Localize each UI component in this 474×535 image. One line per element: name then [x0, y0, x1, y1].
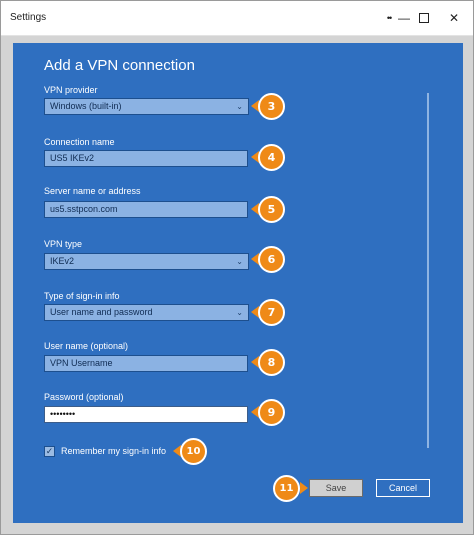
vpn-provider-select[interactable]: Windows (built-in) ⌄ [44, 98, 249, 115]
settings-window: Settings •• — ✕ Add a VPN connection VPN… [0, 0, 474, 535]
callout-badge-5: 5 [258, 196, 285, 223]
remember-checkbox[interactable]: ✓ [44, 446, 55, 457]
server-label: Server name or address [44, 186, 141, 196]
callout-badge-8: 8 [258, 349, 285, 376]
server-input[interactable]: us5.sstpcon.com [44, 201, 248, 218]
connection-name-label: Connection name [44, 137, 115, 147]
chevron-down-icon: ⌄ [236, 308, 243, 317]
vpn-type-value: IKEv2 [50, 256, 75, 266]
callout-badge-10: 10 [180, 438, 207, 465]
window-title: Settings [10, 12, 47, 23]
cancel-button[interactable]: Cancel [376, 479, 430, 497]
username-input[interactable]: VPN Username [44, 355, 248, 372]
signin-type-select[interactable]: User name and password ⌄ [44, 304, 249, 321]
chevron-down-icon: ⌄ [236, 257, 243, 266]
callout-badge-11: 11 [273, 475, 300, 502]
callout-arrow [300, 482, 308, 494]
callout-badge-6: 6 [258, 246, 285, 273]
vpn-type-select[interactable]: IKEv2 ⌄ [44, 253, 249, 270]
connection-name-input[interactable]: US5 IKEv2 [44, 150, 248, 167]
password-label: Password (optional) [44, 392, 124, 402]
maximize-icon [419, 13, 429, 23]
vpn-provider-value: Windows (built-in) [50, 101, 122, 111]
remember-label: Remember my sign-in info [61, 446, 167, 456]
callout-badge-7: 7 [258, 299, 285, 326]
signin-type-label: Type of sign-in info [44, 291, 120, 301]
title-bar: Settings •• — ✕ [1, 1, 473, 36]
close-button[interactable]: ✕ [439, 7, 469, 29]
callout-badge-9: 9 [258, 399, 285, 426]
scrollbar[interactable] [427, 93, 429, 448]
callout-badge-3: 3 [258, 93, 285, 120]
maximize-button[interactable] [409, 7, 439, 29]
signin-type-value: User name and password [50, 307, 153, 317]
password-input[interactable]: •••••••• [44, 406, 248, 423]
save-button[interactable]: Save [309, 479, 363, 497]
dialog-heading: Add a VPN connection [44, 57, 195, 74]
chevron-down-icon: ⌄ [236, 102, 243, 111]
callout-badge-4: 4 [258, 144, 285, 171]
vpn-provider-label: VPN provider [44, 85, 98, 95]
username-label: User name (optional) [44, 341, 129, 351]
vpn-dialog: Add a VPN connection VPN provider Window… [13, 43, 463, 523]
vpn-type-label: VPN type [44, 239, 83, 249]
